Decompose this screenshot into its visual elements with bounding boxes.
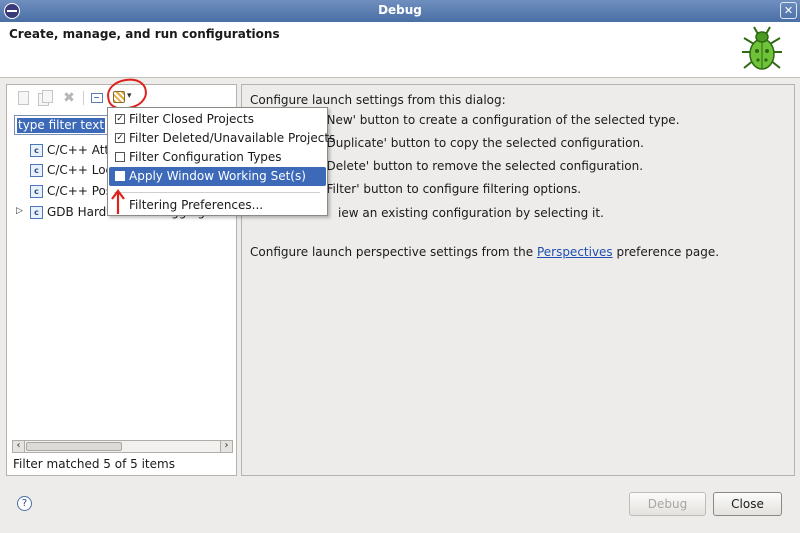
window-close-button[interactable]: ✕ <box>780 2 797 19</box>
menu-item-filter-types[interactable]: Filter Configuration Types <box>109 148 326 167</box>
duplicate-config-icon[interactable] <box>37 90 53 106</box>
debug-button[interactable]: Debug <box>629 492 706 516</box>
filter-input-text: type filter text <box>17 118 106 133</box>
scroll-right-icon[interactable]: › <box>220 441 232 452</box>
menu-item-label: Filter Deleted/Unavailable Projects <box>129 131 336 145</box>
new-config-icon[interactable] <box>15 90 31 106</box>
help-line: e 'Delete' button to remove the selected… <box>312 159 644 173</box>
help-icon[interactable]: ? <box>17 496 32 511</box>
menu-item-label: Filtering Preferences... <box>129 198 264 212</box>
close-button[interactable]: Close <box>713 492 782 516</box>
window-title: Debug <box>378 3 422 17</box>
checkbox-checked-icon: ✓ <box>115 133 125 143</box>
checkbox-unchecked-icon <box>115 171 125 181</box>
help-line: Configure launch settings from this dial… <box>250 93 506 107</box>
menu-item-filtering-preferences[interactable]: Filtering Preferences... <box>109 196 326 215</box>
menu-item-working-set[interactable]: Apply Window Working Set(s) <box>109 167 326 186</box>
menu-item-filter-deleted[interactable]: ✓ Filter Deleted/Unavailable Projects <box>109 129 335 148</box>
menu-item-label: Filter Configuration Types <box>129 150 282 164</box>
collapse-all-icon[interactable] <box>89 90 105 106</box>
horizontal-scrollbar[interactable]: ‹ › <box>12 440 233 453</box>
scroll-thumb[interactable] <box>26 442 122 451</box>
menu-separator <box>114 192 320 193</box>
menu-item-label: Apply Window Working Set(s) <box>129 169 306 183</box>
perspectives-line: Configure launch perspective settings fr… <box>250 245 719 259</box>
annotation-arrow-icon <box>111 189 125 214</box>
perspectives-suffix: preference page. <box>612 245 720 259</box>
help-line: iew an existing configuration by selecti… <box>338 206 604 220</box>
expand-arrow-icon[interactable]: ▷ <box>16 206 23 216</box>
checkbox-checked-icon: ✓ <box>115 114 125 124</box>
debug-bug-icon <box>742 26 782 70</box>
filter-popup-menu: ✓ Filter Closed Projects ✓ Filter Delete… <box>107 107 335 216</box>
c-config-icon: c <box>30 206 43 219</box>
title-bar: Debug ✕ <box>0 0 800 22</box>
filter-status: Filter matched 5 of 5 items <box>13 457 175 471</box>
help-line: e 'New' button to create a configuration… <box>312 113 680 127</box>
checkbox-unchecked-icon <box>115 152 125 162</box>
delete-config-icon[interactable]: ✖ <box>61 90 77 106</box>
header-title: Create, manage, and run configurations <box>9 27 280 41</box>
perspectives-text: Configure launch perspective settings fr… <box>250 245 537 259</box>
menu-item-label: Filter Closed Projects <box>129 112 254 126</box>
c-config-icon: c <box>30 144 43 157</box>
perspectives-link[interactable]: Perspectives <box>537 245 613 259</box>
c-config-icon: c <box>30 164 43 177</box>
toolbar-separator <box>83 91 84 105</box>
dialog-header: Create, manage, and run configurations <box>0 22 800 78</box>
menu-item-filter-closed[interactable]: ✓ Filter Closed Projects <box>109 110 326 129</box>
scroll-left-icon[interactable]: ‹ <box>13 441 25 452</box>
c-config-icon: c <box>30 185 43 198</box>
help-line: e 'Duplicate' button to copy the selecte… <box>312 136 644 150</box>
help-line: e 'Filter' button to configure filtering… <box>312 182 582 196</box>
